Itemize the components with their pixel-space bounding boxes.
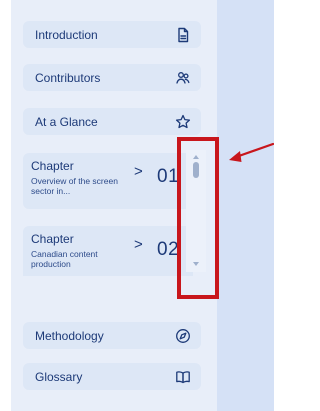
book-icon (175, 369, 191, 385)
document-icon (175, 27, 191, 43)
nav-item-contributors[interactable]: Contributors (23, 64, 201, 91)
chapter-number: 02 (157, 239, 180, 260)
compass-icon (175, 328, 191, 344)
chapter-description: Overview of the screen sector in... (31, 176, 118, 196)
nav-item-glossary[interactable]: Glossary (23, 363, 201, 390)
star-icon (175, 114, 191, 130)
nav-item-at-a-glance[interactable]: At a Glance (23, 108, 201, 135)
nav-item-label: Contributors (35, 70, 101, 85)
page: Introduction Contributors At a Glance Ch… (0, 0, 274, 411)
chapter-card-02[interactable]: Chapter Canadian content production > 02 (23, 226, 193, 276)
people-icon (175, 70, 191, 86)
nav-item-label: Glossary (35, 369, 83, 384)
content-area (217, 0, 274, 411)
chapter-list[interactable]: Chapter Overview of the screen sector in… (23, 148, 193, 276)
nav-item-methodology[interactable]: Methodology (23, 322, 201, 349)
nav-item-introduction[interactable]: Introduction (23, 21, 201, 48)
chevron-right-icon: > (134, 236, 143, 253)
chapter-card-01[interactable]: Chapter Overview of the screen sector in… (23, 153, 193, 209)
nav-item-label: Methodology (35, 328, 104, 343)
nav-item-label: At a Glance (35, 114, 98, 129)
nav-item-label: Introduction (35, 27, 98, 42)
chapter-number: 01 (157, 166, 180, 187)
chevron-right-icon: > (134, 163, 143, 180)
highlight-box (177, 137, 219, 299)
annotation-arrow-icon (229, 142, 274, 162)
chapter-description: Canadian content production (31, 249, 98, 269)
